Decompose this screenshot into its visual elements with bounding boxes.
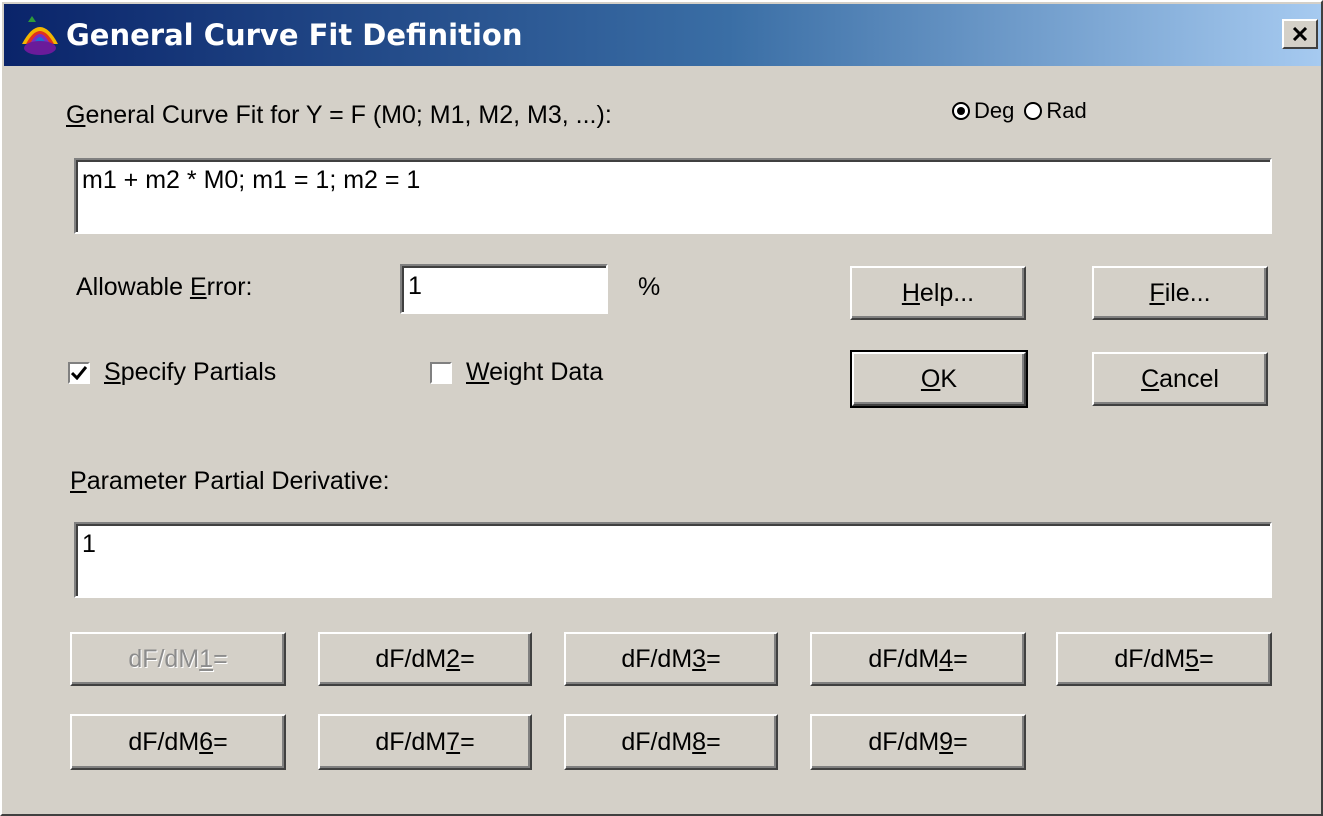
allowable-error-label-pre: Allowable [76, 273, 190, 301]
weight-data-label: Weight Data [466, 358, 603, 387]
formula-input[interactable]: m1 + m2 * M0; m1 = 1; m2 = 1 [74, 158, 1272, 234]
ok-button-accel: O [920, 364, 941, 393]
cancel-button[interactable]: Cancel [1092, 352, 1268, 406]
ok-button[interactable]: OK [850, 350, 1028, 408]
dfdm5-pre: dF/dM [1114, 644, 1186, 673]
dfdm3-accel: 3 [692, 644, 707, 673]
angle-mode-group: Deg Rad [952, 98, 1097, 124]
specify-partials-label: Specify Partials [104, 358, 276, 387]
dfdm1-accel: 1 [199, 644, 214, 673]
file-button[interactable]: File... [1092, 266, 1268, 320]
close-button[interactable] [1282, 19, 1318, 49]
partial-derivative-value: 1 [82, 530, 96, 558]
dfdm6-post: = [213, 727, 228, 756]
close-icon [1292, 27, 1308, 41]
dfdm3-button[interactable]: dF/dM 3 = [564, 632, 778, 686]
dfdm9-pre: dF/dM [868, 727, 940, 756]
radio-deg[interactable]: Deg [952, 98, 1014, 124]
dfdm9-post: = [953, 727, 968, 756]
dfdm8-pre: dF/dM [621, 727, 693, 756]
dfdm2-accel: 2 [446, 644, 461, 673]
help-button-accel: H [901, 278, 920, 307]
dfdm4-pre: dF/dM [868, 644, 940, 673]
dfdm2-post: = [460, 644, 475, 673]
dfdm5-post: = [1199, 644, 1214, 673]
specify-partials-text: pecify Partials [120, 358, 277, 386]
formula-input-value: m1 + m2 * M0; m1 = 1; m2 = 1 [82, 166, 421, 194]
specify-partials-checkbox[interactable]: Specify Partials [68, 358, 276, 387]
radio-deg-label: Deg [974, 98, 1015, 123]
dfdm4-button[interactable]: dF/dM 4 = [810, 632, 1026, 686]
formula-label-accel: G [66, 101, 86, 129]
dfdm1-button[interactable]: dF/dM 1 = [70, 632, 286, 686]
specify-partials-box[interactable] [68, 361, 90, 384]
cancel-button-text: ancel [1159, 364, 1219, 393]
specify-partials-accel: S [104, 358, 121, 386]
dfdm6-accel: 6 [199, 727, 214, 756]
app-icon [22, 16, 58, 55]
dfdm8-post: = [706, 727, 721, 756]
allowable-error-label-post: rror: [206, 273, 253, 301]
dfdm5-button[interactable]: dF/dM 5 = [1056, 632, 1272, 686]
ok-button-text: K [940, 364, 958, 393]
help-button-text: elp... [919, 278, 975, 307]
dfdm4-accel: 4 [939, 644, 954, 673]
dfdm6-pre: dF/dM [128, 727, 200, 756]
partial-derivative-label: Parameter Partial Derivative: [70, 466, 390, 496]
window-title: General Curve Fit Definition [66, 18, 523, 52]
dfdm9-button[interactable]: dF/dM 9 = [810, 714, 1026, 770]
partial-derivative-label-text: arameter Partial Derivative: [86, 467, 390, 495]
allowable-error-label: Allowable Error: [76, 272, 252, 302]
percent-unit: % [638, 273, 661, 301]
checkmark-icon [71, 365, 87, 380]
help-button[interactable]: Help... [850, 266, 1026, 320]
radio-selected-dot [957, 107, 965, 115]
cancel-button-accel: C [1141, 364, 1160, 393]
radio-rad[interactable]: Rad [1024, 98, 1087, 124]
dfdm1-post: = [213, 644, 228, 673]
allowable-error-input[interactable]: 1 [400, 264, 608, 314]
dfdm9-accel: 9 [939, 727, 954, 756]
weight-data-text: eight Data [489, 358, 604, 386]
file-button-accel: F [1149, 278, 1165, 307]
dfdm3-pre: dF/dM [621, 644, 693, 673]
dfdm2-button[interactable]: dF/dM 2 = [318, 632, 532, 686]
dfdm7-button[interactable]: dF/dM 7 = [318, 714, 532, 770]
radio-rad-indicator[interactable] [1024, 102, 1043, 120]
dfdm2-pre: dF/dM [375, 644, 447, 673]
file-button-text: ile... [1164, 278, 1211, 307]
dialog-window: General Curve Fit Definition General Cur… [0, 0, 1323, 816]
dfdm4-post: = [953, 644, 968, 673]
title-bar[interactable]: General Curve Fit Definition [4, 4, 1321, 66]
dfdm8-button[interactable]: dF/dM 8 = [564, 714, 778, 770]
dfdm7-post: = [460, 727, 475, 756]
dfdm3-post: = [706, 644, 721, 673]
formula-label-text: eneral Curve Fit for Y = F (M0; M1, M2, … [85, 101, 612, 129]
partial-derivative-label-accel: P [70, 467, 87, 495]
radio-deg-indicator[interactable] [952, 102, 970, 120]
dfdm1-pre: dF/dM [128, 644, 200, 673]
weight-data-checkbox[interactable]: Weight Data [430, 358, 603, 387]
dfdm6-button[interactable]: dF/dM 6 = [70, 714, 286, 770]
formula-label: General Curve Fit for Y = F (M0; M1, M2,… [66, 100, 612, 130]
dfdm8-accel: 8 [692, 727, 707, 756]
radio-rad-label: Rad [1046, 98, 1087, 123]
dfdm5-accel: 5 [1185, 644, 1200, 673]
allowable-error-label-accel: E [189, 273, 207, 301]
weight-data-box[interactable] [430, 361, 452, 384]
allowable-error-value: 1 [408, 272, 422, 300]
partial-derivative-input[interactable]: 1 [74, 522, 1272, 598]
dfdm7-pre: dF/dM [375, 727, 447, 756]
dfdm7-accel: 7 [446, 727, 461, 756]
weight-data-accel: W [466, 358, 490, 386]
